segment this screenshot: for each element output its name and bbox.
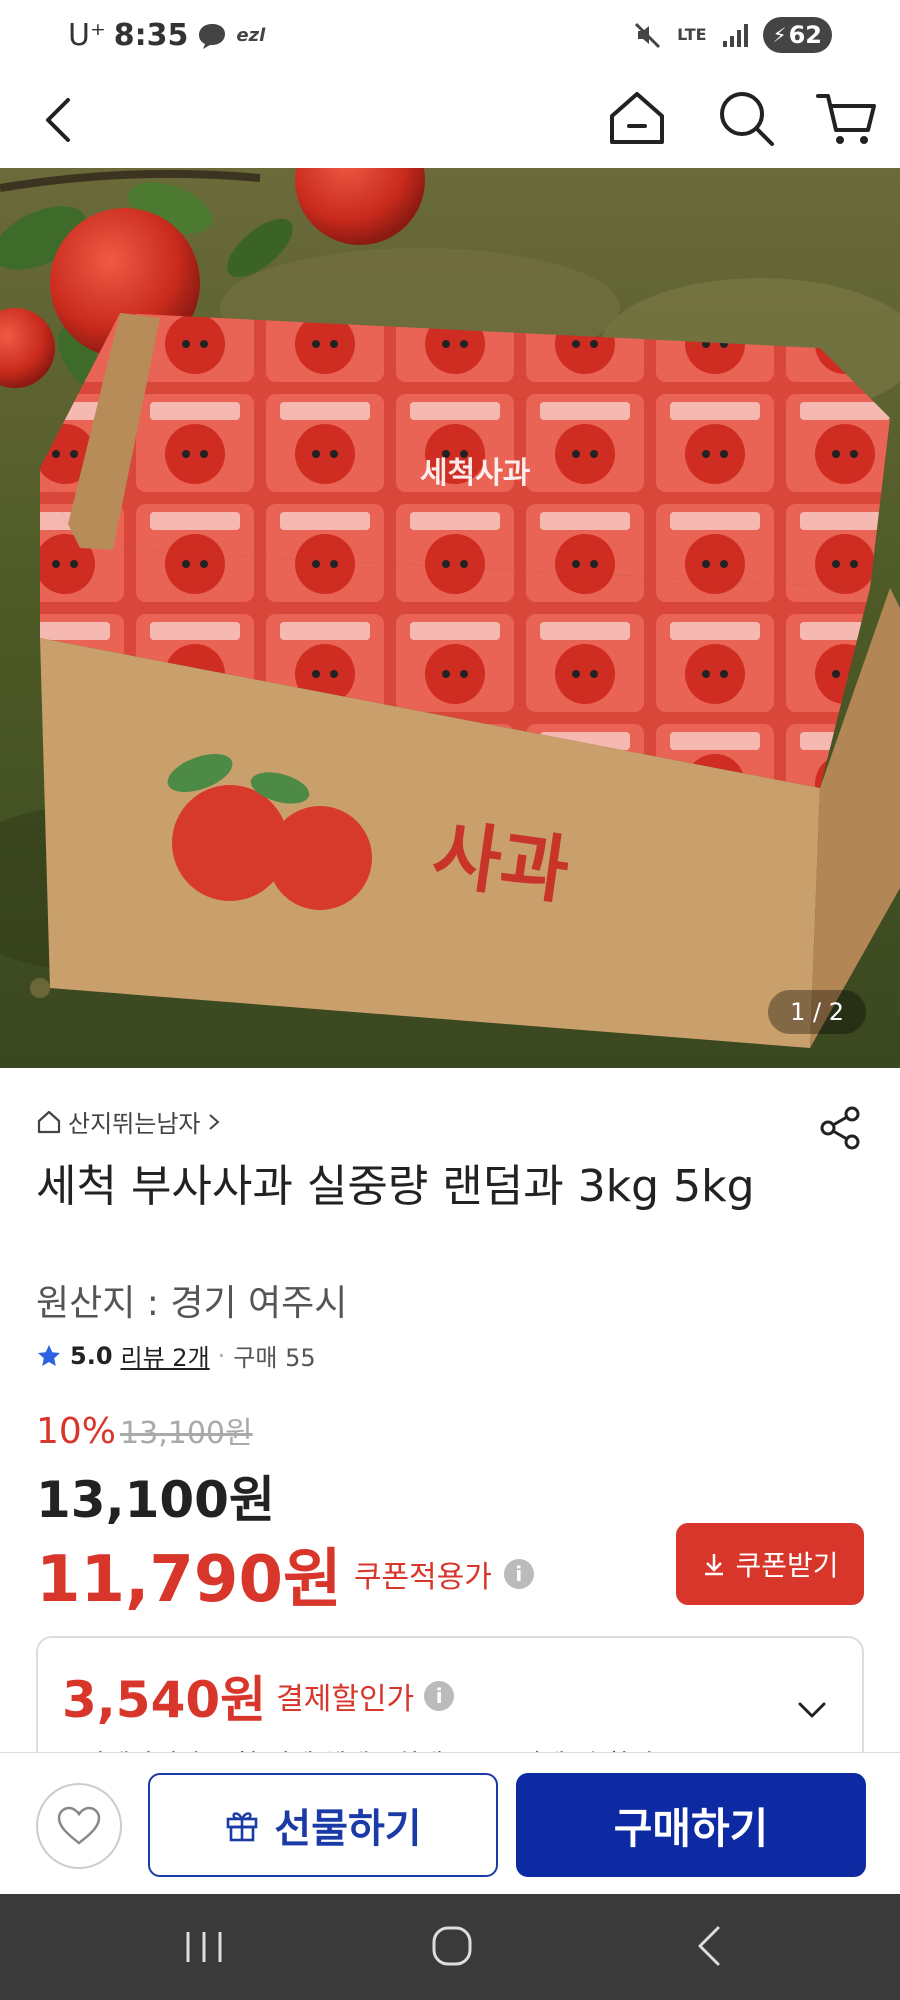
discount-row: 10% 13,100원 [36, 1408, 253, 1452]
star-icon [38, 1344, 60, 1366]
cart-icon[interactable] [814, 86, 880, 152]
get-coupon-button[interactable]: 쿠폰받기 [676, 1523, 864, 1605]
coupon-price: 11,790원 [36, 1543, 342, 1617]
home-icon[interactable] [604, 86, 670, 152]
download-icon [705, 1554, 724, 1576]
product-origin: 원산지 : 경기 여주시 [36, 1283, 348, 1324]
clock: 8:35 [113, 18, 189, 53]
bottom-action-bar: 선물하기 구매하기 [0, 1752, 900, 1894]
payment-discount-box[interactable]: 3,540원 결제할인가 i G마켓삼성카드 첫 결제 혜택 / 최대 70% … [36, 1636, 864, 1766]
bag-label: 세척사과 [420, 456, 531, 491]
payment-price: 3,540원 [62, 1671, 267, 1729]
apple-box-photo: 사과 세척사과 [0, 168, 900, 1068]
carrier-label: U⁺ [68, 18, 106, 53]
sale-price: 13,100원 [36, 1471, 275, 1529]
messenger-icon [199, 23, 226, 49]
buy-label: 구매하기 [613, 1803, 769, 1853]
recent-apps-icon[interactable] [176, 1924, 232, 1970]
gift-icon [227, 1812, 258, 1842]
system-nav-bar [0, 1894, 900, 2000]
status-left: U⁺ 8:35 ezl [68, 18, 265, 53]
payment-price-label: 결제할인가 [276, 1682, 415, 1717]
coupon-price-label: 쿠폰적용가 [353, 1560, 492, 1595]
status-bar: U⁺ 8:35 ezl LTE ⚡ 62 [0, 0, 900, 72]
store-link[interactable]: 산지뛰는남자 [36, 1104, 222, 1139]
product-title: 세척 부사사과 실중량 랜덤과 3kg 5kg [36, 1161, 755, 1212]
chevron-right-icon [209, 1113, 221, 1130]
store-name: 산지뛰는남자 [68, 1110, 201, 1138]
chevron-down-icon[interactable] [792, 1690, 832, 1730]
payment-price-row: 3,540원 결제할인가 i [62, 1660, 455, 1732]
discount-percent: 10% [36, 1411, 117, 1452]
share-icon[interactable] [816, 1104, 864, 1152]
system-back-icon[interactable] [686, 1922, 734, 1970]
get-coupon-label: 쿠폰받기 [735, 1549, 839, 1582]
purchase-count: 구매 55 [233, 1344, 316, 1372]
home-button-icon[interactable] [428, 1922, 476, 1970]
signal-icon [722, 24, 748, 47]
payment-info-icon[interactable]: i [424, 1681, 455, 1711]
original-price: 13,100원 [120, 1416, 253, 1451]
battery-level: 62 [788, 21, 822, 49]
product-image-gallery[interactable]: 사과 세척사과 1 / 2 [0, 168, 900, 1068]
buy-button[interactable]: 구매하기 [516, 1773, 866, 1877]
image-counter: 1 / 2 [768, 990, 866, 1034]
store-home-icon [37, 1110, 61, 1133]
review-link[interactable]: 리뷰 2개 [121, 1338, 210, 1373]
status-right: LTE ⚡ 62 [633, 17, 832, 53]
gift-label: 선물하기 [274, 1806, 422, 1852]
coupon-price-row: 11,790원 쿠폰적용가 i [36, 1528, 534, 1620]
mute-icon [635, 22, 661, 49]
network-label: LTE [677, 25, 707, 44]
search-icon[interactable] [714, 86, 778, 150]
rating-score: 5.0 [70, 1341, 113, 1370]
separator-dot: · [217, 1341, 226, 1370]
battery-indicator: ⚡ 62 [762, 17, 832, 53]
back-icon[interactable] [30, 90, 90, 150]
wishlist-button[interactable] [36, 1783, 122, 1869]
info-icon[interactable]: i [503, 1559, 534, 1589]
app-bar [0, 72, 900, 168]
app-badge: ezl [236, 25, 266, 46]
heart-icon [57, 1806, 101, 1845]
rating-row: 5.0 리뷰 2개 · 구매 55 [36, 1338, 316, 1373]
gift-button[interactable]: 선물하기 [148, 1773, 498, 1877]
charging-icon: ⚡ [772, 23, 787, 47]
